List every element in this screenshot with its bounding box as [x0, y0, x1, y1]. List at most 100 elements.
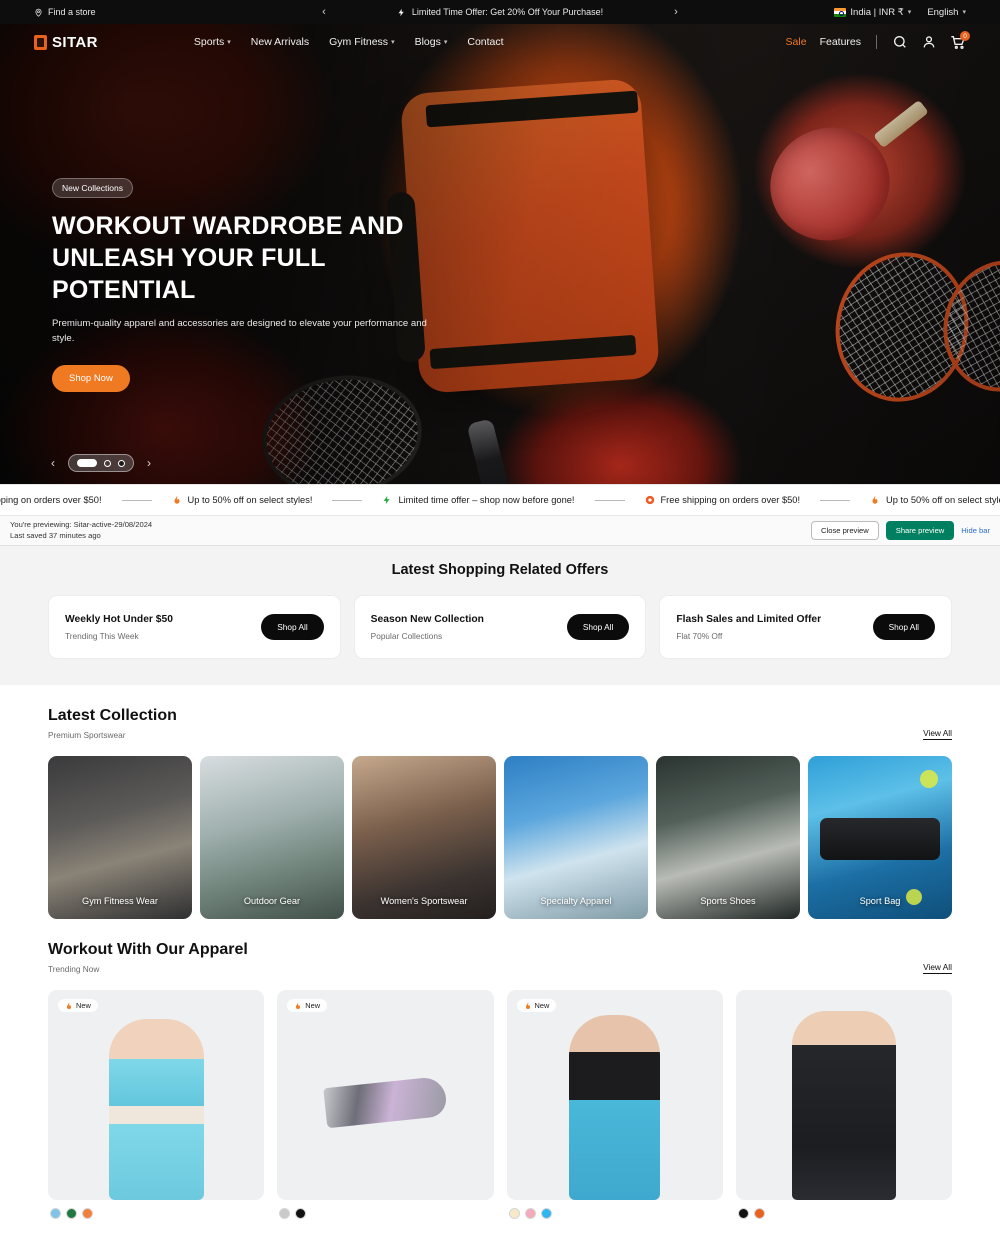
- offer-subtitle: Flat 70% Off: [676, 630, 723, 641]
- nav-item-sale[interactable]: Sale: [786, 36, 807, 48]
- india-flag-icon: [834, 7, 847, 17]
- category-label: Specialty Apparel: [540, 896, 612, 906]
- header-actions: Sale Features 0: [786, 31, 970, 50]
- section-title: Latest Collection: [48, 707, 177, 724]
- hero-content: New Collections WORKOUT WARDROBE AND UNL…: [0, 60, 430, 392]
- offer-card[interactable]: Season New Collection Popular Collection…: [353, 595, 647, 659]
- offer-subtitle: Popular Collections: [370, 630, 443, 641]
- product-image[interactable]: [735, 990, 952, 1200]
- hide-bar-link[interactable]: Hide bar: [961, 526, 990, 535]
- offer-shop-all-button[interactable]: Shop All: [261, 614, 324, 640]
- color-swatch[interactable]: [508, 1208, 520, 1219]
- carousel-dot-1[interactable]: [77, 459, 97, 467]
- carousel-dot-2[interactable]: [104, 459, 111, 467]
- color-swatch[interactable]: [737, 1208, 749, 1219]
- section-title: Workout With Our Apparel: [48, 941, 248, 958]
- product-image[interactable]: New: [506, 990, 723, 1200]
- announcement-prev-button[interactable]: ‹: [313, 6, 335, 18]
- marquee-divider: [820, 499, 851, 501]
- find-a-store[interactable]: Find a store: [34, 7, 96, 17]
- search-icon[interactable]: [892, 34, 908, 50]
- offer-card[interactable]: Flash Sales and Limited Offer Flat 70% O…: [659, 595, 953, 659]
- nav-item-sports[interactable]: Sports ▾: [194, 36, 231, 48]
- category-tile-sport-bag[interactable]: Sport Bag: [808, 756, 952, 919]
- chevron-down-icon: ▾: [907, 9, 912, 16]
- marquee-text: Free shipping on orders over $50!: [0, 495, 102, 505]
- product-card: [735, 990, 952, 1219]
- carousel-dot-3[interactable]: [118, 459, 125, 467]
- category-tile-womens-sportswear[interactable]: Women's Sportswear: [352, 756, 496, 919]
- last-saved-label: Last saved 37 minutes ago: [10, 530, 101, 540]
- color-swatch[interactable]: [279, 1208, 291, 1219]
- offers-title: Latest Shopping Related Offers: [391, 562, 609, 578]
- user-account-icon[interactable]: [921, 34, 937, 50]
- offer-title: Flash Sales and Limited Offer: [676, 613, 822, 625]
- fire-icon: [525, 1002, 530, 1009]
- offer-shop-all-button[interactable]: Shop All: [566, 614, 630, 640]
- product-badge: New: [287, 999, 328, 1012]
- color-swatch[interactable]: [295, 1208, 307, 1219]
- cart-count-badge: 0: [960, 31, 970, 41]
- hero-banner: SITAR Sports ▾ New Arrivals Gym Fitness …: [0, 24, 1000, 484]
- offer-shop-all-button[interactable]: Shop All: [872, 614, 936, 640]
- product-card: New: [506, 990, 723, 1219]
- color-swatch[interactable]: [753, 1208, 765, 1219]
- color-swatch[interactable]: [66, 1208, 77, 1219]
- nav-item-contact[interactable]: Contact: [467, 36, 503, 48]
- hero-shop-now-button[interactable]: Shop Now: [52, 364, 130, 392]
- product-image[interactable]: New: [48, 990, 265, 1200]
- fire-icon: [296, 1002, 301, 1009]
- nav-item-new-arrivals[interactable]: New Arrivals: [251, 36, 309, 48]
- site-logo[interactable]: SITAR: [34, 34, 98, 51]
- sitar-logo-icon: [34, 34, 47, 50]
- offer-title: Season New Collection: [370, 613, 484, 625]
- latest-collection-section: Latest Collection Premium Sportswear Vie…: [0, 685, 1000, 919]
- logo-text: SITAR: [52, 33, 98, 51]
- country-currency-selector[interactable]: India | INR ₹ ▾: [834, 7, 911, 18]
- preview-info: You're previewing: Sitar-active-29/08/20…: [10, 520, 152, 542]
- nav-item-gym-fitness[interactable]: Gym Fitness ▾: [329, 36, 394, 48]
- location-pin-icon: [35, 8, 42, 17]
- chevron-down-icon: ▾: [962, 9, 966, 16]
- category-tile-gym-fitness-wear[interactable]: Gym Fitness Wear: [48, 756, 192, 919]
- color-swatch[interactable]: [82, 1208, 93, 1219]
- announcement-text: Limited Time Offer: Get 20% Off Your Pur…: [411, 7, 604, 17]
- fire-icon: [872, 495, 878, 504]
- gift-icon: [645, 495, 654, 505]
- close-preview-button[interactable]: Close preview: [811, 521, 879, 540]
- nav-item-blogs[interactable]: Blogs ▾: [415, 36, 448, 48]
- shopping-cart-icon[interactable]: 0: [950, 31, 970, 50]
- color-swatch[interactable]: [524, 1208, 536, 1219]
- share-preview-button[interactable]: Share preview: [885, 521, 955, 540]
- marquee-divider: [332, 499, 363, 501]
- product-image[interactable]: New: [277, 990, 494, 1200]
- category-tile-sports-shoes[interactable]: Sports Shoes: [656, 756, 800, 919]
- marquee-text: Up to 50% off on select styles!: [886, 495, 1000, 505]
- marquee-text: Limited time offer – shop now before gon…: [398, 495, 575, 505]
- fire-icon: [174, 495, 180, 504]
- category-label: Outdoor Gear: [243, 896, 301, 906]
- bolt-icon: [384, 495, 390, 505]
- view-all-link[interactable]: View All: [923, 728, 952, 740]
- section-header: Workout With Our Apparel Trending Now Vi…: [48, 941, 952, 974]
- marquee-item: Free shipping on orders over $50!: [0, 495, 106, 505]
- chevron-down-icon: ▾: [391, 39, 395, 46]
- color-swatch[interactable]: [540, 1208, 552, 1219]
- carousel-prev-icon[interactable]: ‹: [46, 456, 60, 470]
- category-tile-outdoor-gear[interactable]: Outdoor Gear: [200, 756, 344, 919]
- announcement-message: Limited Time Offer: Get 20% Off Your Pur…: [335, 7, 665, 17]
- product-card: New: [48, 990, 265, 1219]
- view-all-link[interactable]: View All: [923, 962, 952, 974]
- nav-item-features[interactable]: Features: [820, 36, 861, 48]
- offer-card[interactable]: Weekly Hot Under $50 Trending This Week …: [48, 595, 341, 659]
- announcement-next-button[interactable]: ›: [665, 6, 687, 18]
- nav-label: Gym Fitness: [329, 36, 389, 48]
- language-selector[interactable]: English ▾: [927, 7, 966, 18]
- color-swatch[interactable]: [50, 1208, 61, 1219]
- section-subtitle: Trending Now: [48, 964, 100, 974]
- product-badge: New: [58, 999, 98, 1012]
- carousel-next-icon[interactable]: ›: [142, 456, 156, 470]
- category-tile-specialty-apparel[interactable]: Specialty Apparel: [504, 756, 648, 919]
- workout-apparel-section: Workout With Our Apparel Trending Now Vi…: [0, 919, 1000, 1219]
- preview-actions: Close preview Share preview Hide bar: [811, 521, 990, 540]
